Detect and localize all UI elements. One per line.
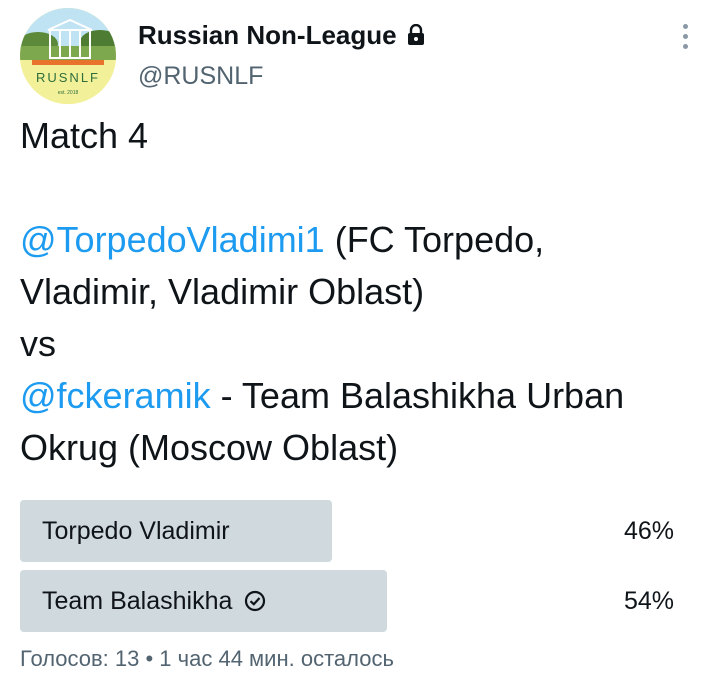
- tweet-line-team1-cont: Vladimir, Vladimir Oblast): [20, 271, 425, 312]
- tweet-line-team2-cont: Okrug (Moscow Oblast): [20, 427, 399, 468]
- tweet-line-title: Match 4: [20, 115, 149, 156]
- display-name[interactable]: Russian Non-League: [138, 20, 425, 53]
- display-name-text[interactable]: Russian Non-League: [138, 20, 397, 50]
- poll-option-label-text: Team Balashikha: [42, 587, 233, 615]
- team2-text: - Team Balashikha Urban: [210, 375, 625, 416]
- mention-torpedo[interactable]: @TorpedoVladimi1: [20, 219, 325, 260]
- lock-icon: [407, 22, 425, 53]
- team1-text: (FC Torpedo,: [324, 219, 545, 260]
- tweet-text: Match 4 @TorpedoVladimi1 (FC Torpedo, Vl…: [20, 110, 710, 474]
- logo-wordmark: RUSNLF: [36, 70, 100, 85]
- user-handle[interactable]: @RUSNLF: [138, 62, 263, 91]
- rusnlf-logo: RUSNLF est. 2018: [20, 8, 116, 104]
- logo-est: est. 2018: [58, 90, 79, 96]
- poll-option-percent: 46%: [623, 517, 674, 545]
- mention-keramik[interactable]: @fckeramik: [20, 375, 211, 416]
- poll-option-label-selected: Team Balashikha: [42, 570, 266, 635]
- poll-option-2: Team Balashikha 54%: [20, 570, 680, 632]
- check-circle-icon: [244, 573, 266, 635]
- avatar[interactable]: RUSNLF est. 2018: [20, 8, 116, 104]
- poll-meta: Голосов: 13 • 1 час 44 мин. осталось: [20, 646, 394, 671]
- poll-option-label: Torpedo Vladimir: [42, 517, 230, 545]
- more-options-icon[interactable]: [676, 24, 694, 54]
- poll-option-1: Torpedo Vladimir 46%: [20, 500, 680, 562]
- tweet-line-team1: @TorpedoVladimi1 (FC Torpedo,: [20, 214, 710, 266]
- tweet-line-vs: vs: [20, 323, 56, 364]
- tweet-line-team2: @fckeramik - Team Balashikha Urban: [20, 370, 710, 422]
- poll-option-percent: 54%: [623, 587, 674, 615]
